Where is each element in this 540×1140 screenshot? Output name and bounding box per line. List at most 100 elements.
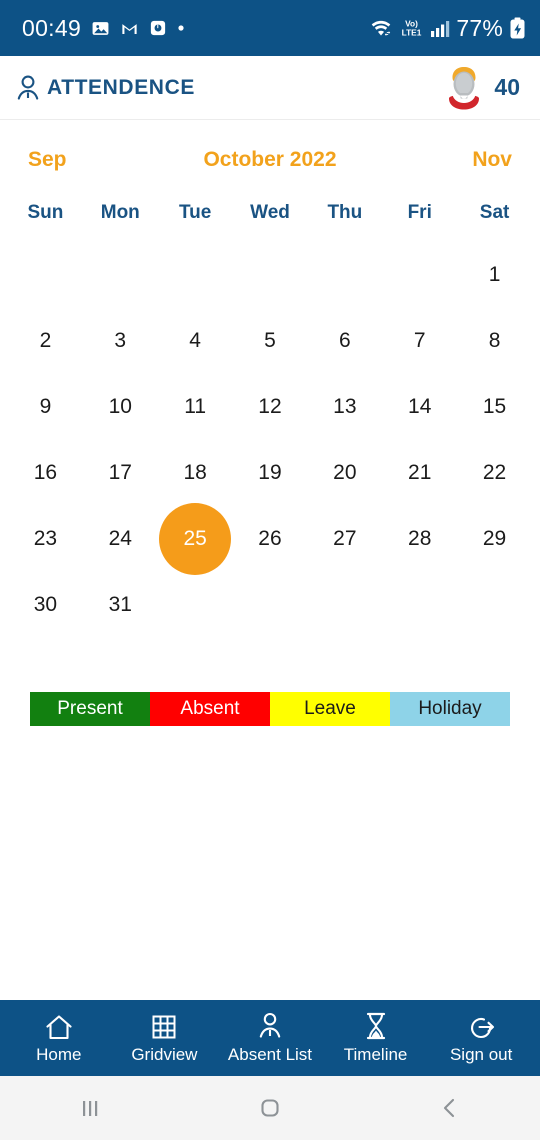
- calendar-weekday-thu: Thu: [327, 202, 363, 223]
- calendar-day-16[interactable]: 16: [9, 437, 81, 509]
- calendar-day-cell[interactable]: 22: [457, 440, 532, 506]
- calendar-day-6[interactable]: 6: [309, 305, 381, 377]
- calendar-day-17[interactable]: 17: [84, 437, 156, 509]
- calendar-day-4[interactable]: 4: [159, 305, 231, 377]
- calendar-day-15[interactable]: 15: [459, 371, 531, 443]
- calendar-day-cell[interactable]: 7: [382, 308, 457, 374]
- volte-icon: Vo) LTE1: [399, 17, 424, 39]
- calendar-day-10[interactable]: 10: [84, 371, 156, 443]
- calendar-day-12[interactable]: 12: [234, 371, 306, 443]
- calendar: Sun Mon Tue Wed Thu Fri Sat 1 2 3 4 5 6 7 8 9 10 11 12 13 1…: [0, 172, 540, 638]
- calendar-day-cell[interactable]: 14: [382, 374, 457, 440]
- wifi-icon: [369, 18, 393, 38]
- calendar-day-cell[interactable]: 27: [307, 506, 382, 572]
- calendar-day-cell[interactable]: 19: [233, 440, 308, 506]
- calendar-day-cell[interactable]: 11: [158, 374, 233, 440]
- legend-item-present: Present: [30, 692, 150, 726]
- nav-item-home[interactable]: Home: [6, 1011, 112, 1065]
- calendar-day-23[interactable]: 23: [9, 503, 81, 575]
- calendar-day-cell[interactable]: 25: [158, 503, 233, 575]
- calendar-day-31[interactable]: 31: [84, 569, 156, 641]
- nav-label: Timeline: [343, 1045, 408, 1064]
- calendar-day-cell[interactable]: 31: [83, 572, 158, 638]
- calendar-day-5[interactable]: 5: [234, 305, 306, 377]
- current-month-label: October 2022: [203, 148, 337, 171]
- recents-icon[interactable]: [45, 1076, 135, 1140]
- calendar-day-1[interactable]: 1: [459, 239, 531, 311]
- prev-month-button[interactable]: Sep: [28, 148, 98, 172]
- status-bar-left: 00:49: [22, 15, 185, 42]
- nav-label: Sign out: [449, 1045, 513, 1064]
- calendar-day-18[interactable]: 18: [159, 437, 231, 509]
- back-chevron-icon[interactable]: [405, 1076, 495, 1140]
- calendar-day-cell[interactable]: 20: [307, 440, 382, 506]
- calendar-day-19[interactable]: 19: [234, 437, 306, 509]
- calendar-day-cell[interactable]: 5: [233, 308, 308, 374]
- avatar[interactable]: [442, 65, 486, 111]
- nav-item-timeline[interactable]: Timeline: [323, 1011, 429, 1065]
- calendar-day-cell[interactable]: 26: [233, 506, 308, 572]
- calendar-day-cell[interactable]: 8: [457, 308, 532, 374]
- calendar-day-cell[interactable]: 12: [233, 374, 308, 440]
- bottom-navigation[interactable]: Home Gridview Absent List Timeline Sign out: [0, 1000, 540, 1076]
- calendar-day-cell[interactable]: 18: [158, 440, 233, 506]
- app-header: ATTENDENCE 40: [0, 56, 540, 120]
- calendar-day-2[interactable]: 2: [9, 305, 81, 377]
- sign-out-icon: [466, 1011, 496, 1041]
- calendar-day-21[interactable]: 21: [384, 437, 456, 509]
- status-clock: 00:49: [22, 14, 82, 41]
- calendar-day-cell[interactable]: 15: [457, 374, 532, 440]
- status-bar-right: Vo) LTE1 77%: [369, 15, 526, 42]
- calendar-day-20[interactable]: 20: [309, 437, 381, 509]
- calendar-day-cell[interactable]: 3: [83, 308, 158, 374]
- calendar-day-8[interactable]: 8: [459, 305, 531, 377]
- calendar-day-29[interactable]: 29: [459, 503, 531, 575]
- calendar-day-cell[interactable]: 29: [457, 506, 532, 572]
- hourglass-icon: [363, 1011, 389, 1041]
- calendar-day-cell[interactable]: 13: [307, 374, 382, 440]
- nav-label: Absent List: [227, 1045, 313, 1064]
- calendar-day-cell[interactable]: 4: [158, 308, 233, 374]
- nav-item-sign-out[interactable]: Sign out: [428, 1011, 534, 1065]
- nav-item-gridview[interactable]: Gridview: [112, 1011, 218, 1065]
- person-icon: [256, 1011, 284, 1041]
- calendar-day-empty: [158, 242, 233, 308]
- calendar-day-cell[interactable]: 17: [83, 440, 158, 506]
- calendar-day-7[interactable]: 7: [384, 305, 456, 377]
- next-month-button[interactable]: Nov: [442, 148, 512, 172]
- dot-icon: [177, 24, 185, 32]
- calendar-day-9[interactable]: 9: [9, 371, 81, 443]
- calendar-day-11[interactable]: 11: [159, 371, 231, 443]
- calendar-day-3[interactable]: 3: [84, 305, 156, 377]
- page-title: ATTENDENCE: [47, 75, 195, 99]
- calendar-day-cell[interactable]: 21: [382, 440, 457, 506]
- calendar-day-cell[interactable]: 6: [307, 308, 382, 374]
- calendar-day-30[interactable]: 30: [9, 569, 81, 641]
- calendar-day-cell[interactable]: 30: [8, 572, 83, 638]
- month-navigation: Sep October 2022 Nov: [0, 120, 540, 172]
- calendar-day-28[interactable]: 28: [384, 503, 456, 575]
- calendar-day-empty: [8, 242, 83, 308]
- calendar-day-cell[interactable]: 24: [83, 506, 158, 572]
- app-header-right[interactable]: 40: [442, 65, 520, 111]
- calendar-day-26[interactable]: 26: [234, 503, 306, 575]
- calendar-day-cell[interactable]: 2: [8, 308, 83, 374]
- calendar-weekday-sun: Sun: [27, 202, 64, 223]
- calendar-day-cell[interactable]: 23: [8, 506, 83, 572]
- legend-item-absent: Absent: [150, 692, 270, 726]
- calendar-day-25[interactable]: 25: [159, 503, 232, 575]
- calendar-day-cell[interactable]: 9: [8, 374, 83, 440]
- calendar-day-14[interactable]: 14: [384, 371, 456, 443]
- calendar-day-cell[interactable]: 10: [83, 374, 158, 440]
- calendar-day-cell[interactable]: 1: [457, 242, 532, 308]
- calendar-day-cell[interactable]: 16: [8, 440, 83, 506]
- calendar-day-27[interactable]: 27: [309, 503, 381, 575]
- nav-item-absent-list[interactable]: Absent List: [217, 1011, 323, 1065]
- calendar-day-24[interactable]: 24: [84, 503, 156, 575]
- calendar-day-22[interactable]: 22: [459, 437, 531, 509]
- app-header-left: ATTENDENCE: [14, 73, 195, 103]
- calendar-day-cell[interactable]: 28: [382, 506, 457, 572]
- calendar-day-13[interactable]: 13: [309, 371, 381, 443]
- calendar-days-grid[interactable]: 1 2 3 4 5 6 7 8 9 10 11 12 13 14 15 16 17 18 19 20 21 22 23 24 2…: [8, 242, 532, 638]
- home-square-icon[interactable]: [225, 1076, 315, 1140]
